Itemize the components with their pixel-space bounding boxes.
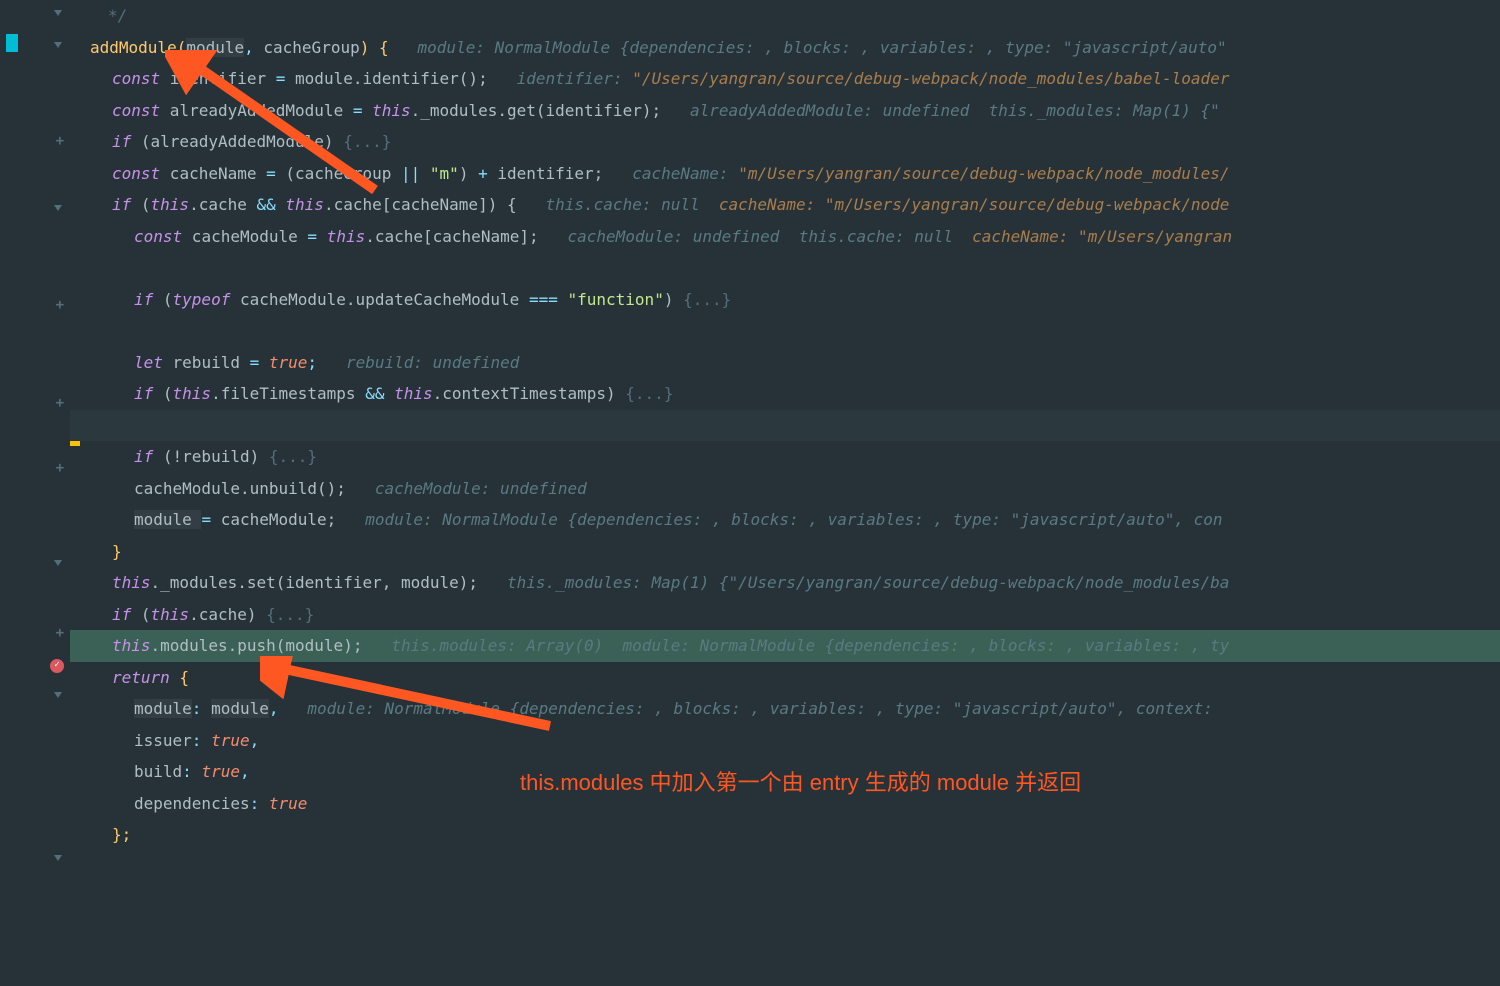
code-line[interactable]: if (this.cache && this.cache[cacheName])… xyxy=(70,189,1500,221)
code-line[interactable]: const alreadyAddedModule = this._modules… xyxy=(70,95,1500,127)
bookmark-icon[interactable] xyxy=(6,34,18,52)
function-name: addModule( xyxy=(90,38,186,57)
inline-hint: module: NormalModule {dependencies: , bl… xyxy=(307,699,1212,718)
fold-triangle-icon[interactable] xyxy=(54,10,62,16)
breakpoint-icon[interactable] xyxy=(50,659,64,673)
folded-region[interactable]: {...} xyxy=(343,132,391,151)
code-editor[interactable]: + + + + + */ addModule(module, cacheGrou… xyxy=(0,0,1500,986)
code-line[interactable]: const identifier = module.identifier(); … xyxy=(70,63,1500,95)
code-line[interactable]: } xyxy=(70,536,1500,568)
folded-region[interactable]: {...} xyxy=(269,447,317,466)
fold-triangle-icon[interactable] xyxy=(54,42,62,48)
fold-plus-icon[interactable]: + xyxy=(56,128,64,155)
code-line[interactable]: if (this.fileTimestamps && this.contextT… xyxy=(70,378,1500,410)
folded-region[interactable]: {...} xyxy=(683,290,731,309)
inline-hint: cacheName: xyxy=(632,164,728,183)
fold-triangle-icon[interactable] xyxy=(54,560,62,566)
annotation-text: this.modules 中加入第一个由 entry 生成的 module 并返… xyxy=(520,762,1081,805)
code-line-breakpoint[interactable]: this.modules.push(module); this.modules:… xyxy=(70,630,1500,662)
folded-region[interactable]: {...} xyxy=(266,605,314,624)
inline-hint: module: NormalModule {dependencies: , bl… xyxy=(365,510,1222,529)
folded-region[interactable]: {...} xyxy=(625,384,673,403)
code-line[interactable]: */ xyxy=(70,0,1500,32)
code-line[interactable]: return { xyxy=(70,662,1500,694)
inline-hint: this.cache: null xyxy=(546,195,700,214)
code-line[interactable]: if (typeof cacheModule.updateCacheModule… xyxy=(70,284,1500,316)
fold-triangle-icon[interactable] xyxy=(54,692,62,698)
code-line[interactable]: if (!rebuild) {...} xyxy=(70,441,1500,473)
code-line[interactable] xyxy=(70,315,1500,347)
code-line[interactable]: let rebuild = true; rebuild: undefined xyxy=(70,347,1500,379)
code-line[interactable]: if (this.cache) {...} xyxy=(70,599,1500,631)
code-line[interactable]: issuer: true, xyxy=(70,725,1500,757)
fold-plus-icon[interactable]: + xyxy=(56,620,64,647)
code-line[interactable]: }; xyxy=(70,819,1500,851)
code-area[interactable]: */ addModule(module, cacheGroup) { modul… xyxy=(70,0,1500,851)
parameter: module xyxy=(186,38,244,57)
inline-hint: this._modules: Map(1) {"/Users/yangran/s… xyxy=(507,573,1229,592)
code-line[interactable]: this._modules.set(identifier, module); t… xyxy=(70,567,1500,599)
code-line[interactable]: if (alreadyAddedModule) {...} xyxy=(70,126,1500,158)
inline-hint: this.modules: Array(0) xyxy=(391,636,603,655)
fold-triangle-icon[interactable] xyxy=(54,205,62,211)
code-line-current[interactable] xyxy=(70,410,1500,442)
code-line[interactable]: const cacheModule = this.cache[cacheName… xyxy=(70,221,1500,253)
fold-plus-icon[interactable]: + xyxy=(56,390,64,417)
inline-hint: cacheModule: undefined xyxy=(568,227,780,246)
inline-hint: identifier: xyxy=(517,69,623,88)
fold-plus-icon[interactable]: + xyxy=(56,292,64,319)
code-line[interactable]: const cacheName = (cacheGroup || "m") + … xyxy=(70,158,1500,190)
inline-hint: alreadyAddedModule: undefined xyxy=(690,101,969,120)
code-line[interactable]: addModule(module, cacheGroup) { module: … xyxy=(70,32,1500,64)
code-line[interactable] xyxy=(70,252,1500,284)
code-line[interactable]: module: module, module: NormalModule {de… xyxy=(70,693,1500,725)
comment: */ xyxy=(90,6,127,25)
inline-hint: module: NormalModule {dependencies: , bl… xyxy=(418,38,1227,57)
gutter: + + + + + xyxy=(0,0,70,986)
code-line[interactable]: cacheModule.unbuild(); cacheModule: unde… xyxy=(70,473,1500,505)
inline-hint: cacheModule: undefined xyxy=(375,479,587,498)
fold-triangle-icon[interactable] xyxy=(54,855,62,861)
fold-plus-icon[interactable]: + xyxy=(56,455,64,482)
inline-hint: rebuild: undefined xyxy=(346,353,519,372)
code-line[interactable]: module = cacheModule; module: NormalModu… xyxy=(70,504,1500,536)
